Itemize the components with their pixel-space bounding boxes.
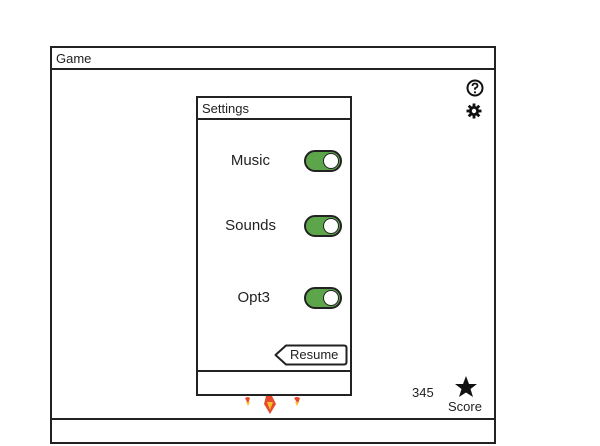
music-toggle[interactable] [304,150,342,172]
ship-sprite [245,396,300,414]
help-icon[interactable] [466,79,484,97]
opt3-label: Opt3 [237,289,270,306]
music-label: Music [230,152,270,169]
resume-button[interactable]: Resume [274,344,348,366]
toggle-knob [323,153,339,169]
settings-footer [198,370,350,394]
opt3-toggle[interactable] [304,287,342,309]
score-label: Score [448,399,482,414]
score-value: 345 [412,385,434,400]
resume-label: Resume [290,347,339,362]
sounds-toggle[interactable] [304,215,342,237]
window-status-bar [52,418,494,442]
settings-dialog: Settings Music Sounds Opt3 Resume [196,96,352,396]
settings-title: Settings [198,98,350,120]
gear-icon[interactable] [466,103,482,119]
toggle-knob [323,290,339,306]
sounds-label: Sounds [225,217,276,234]
star-icon [455,376,477,397]
toggle-knob [323,218,339,234]
window-title: Game [52,48,494,70]
